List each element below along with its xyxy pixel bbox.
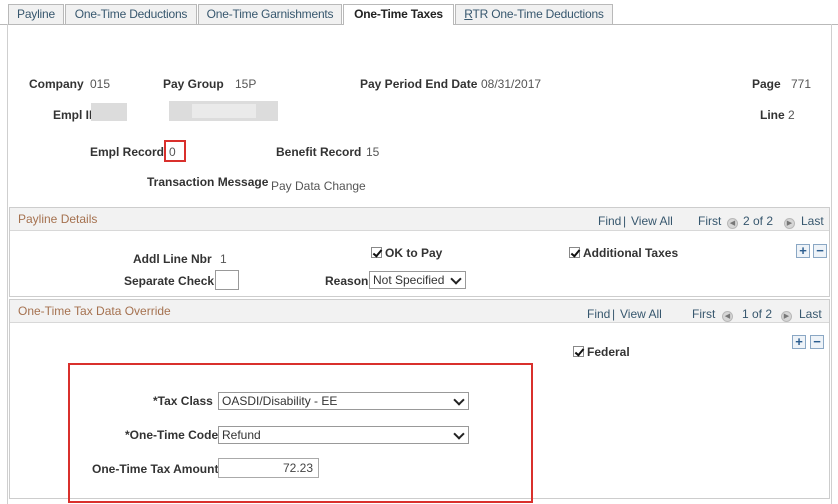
federal-label: Federal [587, 345, 630, 359]
tax-override-title: One-Time Tax Data Override [18, 304, 171, 318]
pay-group-value: 15P [235, 77, 257, 91]
additional-taxes-label: Additional Taxes [583, 246, 679, 260]
tax-override-separator: | [612, 307, 616, 321]
payline-row-count: 2 of 2 [743, 214, 774, 228]
pay-period-value: 08/31/2017 [481, 77, 542, 91]
reason-label: Reason [325, 274, 369, 288]
tax-override-view-all-link[interactable]: View All [620, 307, 662, 321]
tax-override-last-label: Last [799, 307, 822, 321]
tab-payline-label: Payline [17, 7, 55, 21]
separate-check-label: Separate Check [124, 274, 215, 288]
tax-class-select[interactable]: OASDI/Disability - EE [218, 392, 469, 410]
additional-taxes-checkbox[interactable] [569, 246, 580, 260]
benefit-record-label: Benefit Record [276, 145, 362, 159]
separate-check-field[interactable] [215, 270, 239, 290]
tax-override-delete-row-button[interactable]: − [810, 335, 824, 349]
payline-next-icon[interactable]: ▶ [784, 213, 795, 229]
addl-line-nbr-value: 1 [220, 252, 227, 266]
tax-override-row-count: 1 of 2 [742, 307, 773, 321]
line-value: 2 [788, 108, 795, 122]
chevron-down-icon [450, 273, 462, 285]
payline-separator: | [623, 214, 627, 228]
tab-one-time-garnishments[interactable]: One-Time Garnishments [198, 4, 342, 24]
empl-record-label: Empl Record [90, 145, 165, 159]
tax-override-previous-icon[interactable]: ◀ [722, 306, 733, 322]
tax-class-label: *Tax Class [153, 394, 213, 408]
tab-rtr-accesskey: R [464, 7, 473, 21]
addl-line-nbr-label: Addl Line Nbr [133, 252, 212, 266]
empl-id-redacted [91, 103, 127, 121]
benefit-record-value: 15 [366, 145, 380, 159]
payline-previous-icon[interactable]: ◀ [727, 213, 738, 229]
payline-delete-row-button[interactable]: − [813, 244, 827, 258]
page-label: Page [752, 77, 781, 91]
one-time-tax-amount-label: One-Time Tax Amount [92, 462, 219, 476]
chevron-down-icon [453, 394, 465, 406]
tax-override-next-icon[interactable]: ▶ [781, 306, 792, 322]
tax-class-select-value: OASDI/Disability - EE [222, 394, 338, 408]
company-value: 015 [90, 77, 111, 91]
empl-record-value: 0 [169, 145, 176, 159]
employee-name-redacted-inner [192, 104, 256, 118]
tab-one-time-deductions-label: One-Time Deductions [74, 7, 188, 21]
one-time-code-select[interactable]: Refund [218, 426, 469, 444]
payline-first-label: First [698, 214, 722, 228]
pay-group-label: Pay Group [163, 77, 224, 91]
reason-select-value: Not Specified [373, 273, 445, 287]
tab-rtr-label: TR One-Time Deductions [472, 7, 604, 21]
tab-one-time-taxes-label: One-Time Taxes [354, 7, 443, 21]
payline-details-title: Payline Details [18, 212, 98, 226]
transaction-message-value: Pay Data Change [271, 179, 366, 193]
tax-override-find-link[interactable]: Find [587, 307, 610, 321]
federal-checkbox[interactable] [573, 345, 584, 359]
payline-last-label: Last [801, 214, 824, 228]
company-label: Company [29, 77, 84, 91]
tab-rtr-one-time-deductions[interactable]: RTR One-Time Deductions [455, 4, 613, 24]
transaction-message-label: Transaction Message [147, 175, 269, 189]
tax-override-add-row-button[interactable]: + [792, 335, 806, 349]
ok-to-pay-checkbox[interactable] [371, 246, 382, 260]
page-value: 771 [791, 77, 812, 91]
line-label: Line [760, 108, 785, 122]
tab-payline[interactable]: Payline [8, 4, 64, 24]
tab-one-time-taxes[interactable]: One-Time Taxes [343, 4, 454, 25]
one-time-code-select-value: Refund [222, 428, 261, 442]
reason-select[interactable]: Not Specified [369, 271, 466, 289]
one-time-tax-amount-input[interactable]: 72.23 [218, 458, 319, 478]
tax-override-first-label: First [692, 307, 716, 321]
payline-view-all-link[interactable]: View All [631, 214, 673, 228]
tab-one-time-garnishments-label: One-Time Garnishments [206, 7, 334, 21]
one-time-code-label: *One-Time Code [125, 428, 219, 442]
payline-add-row-button[interactable]: + [796, 244, 810, 258]
tab-one-time-deductions[interactable]: One-Time Deductions [65, 4, 197, 24]
payline-find-link[interactable]: Find [598, 214, 621, 228]
chevron-down-icon [453, 428, 465, 440]
pay-period-label: Pay Period End Date [360, 77, 478, 91]
ok-to-pay-label: OK to Pay [385, 246, 443, 260]
